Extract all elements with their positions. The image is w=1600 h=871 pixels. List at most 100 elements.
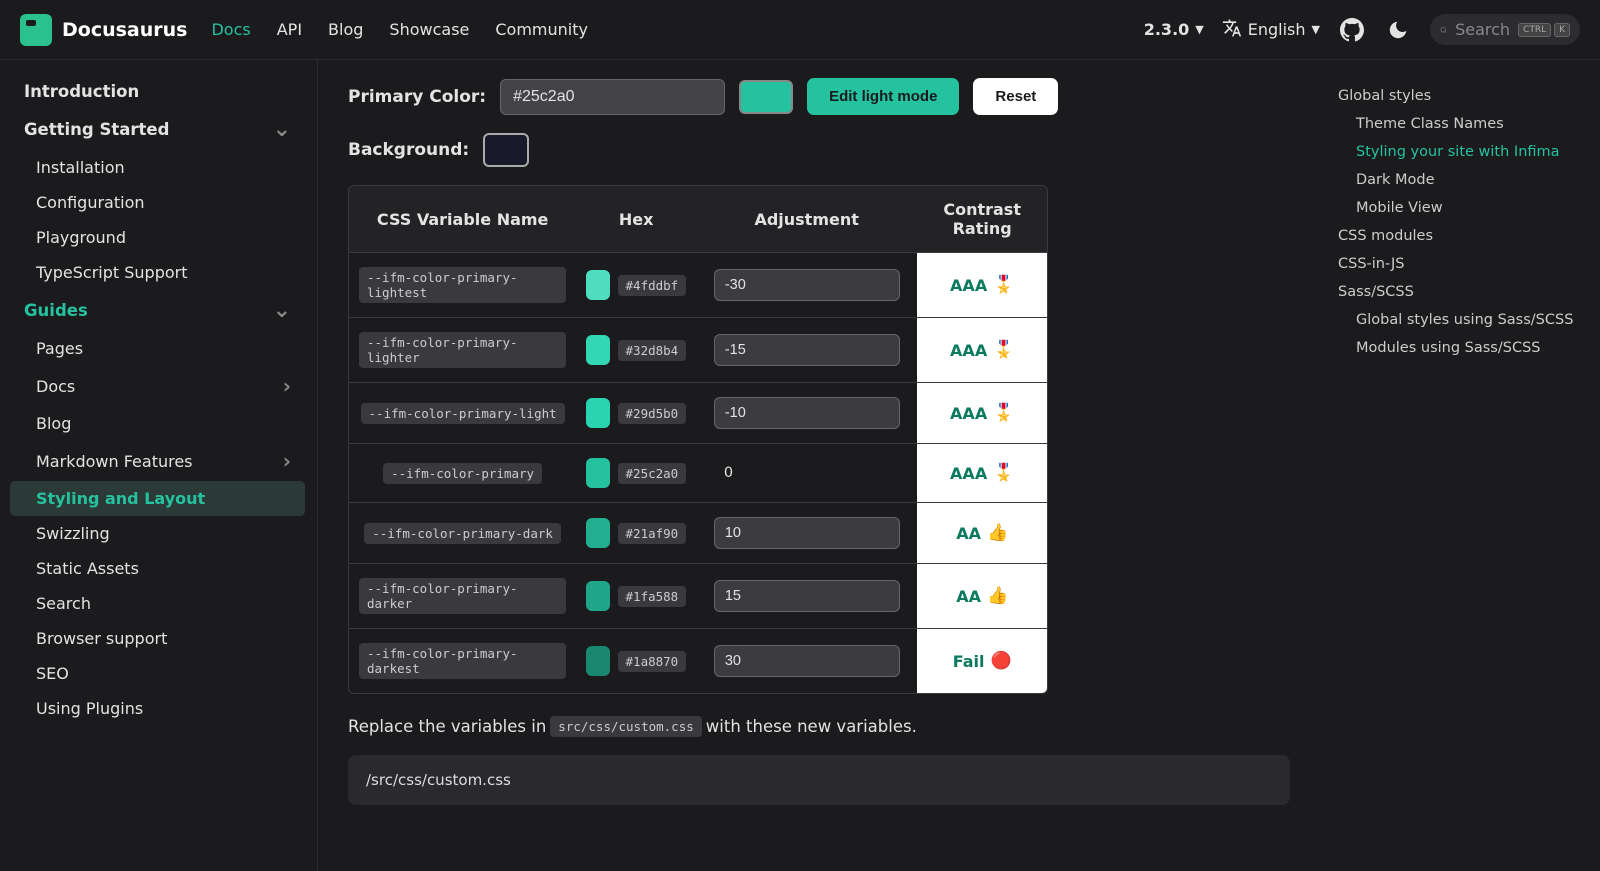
contrast-rating: AA [956,524,981,543]
rating-icon: 🎖️ [993,275,1014,295]
chevron-down-icon: ▼ [1195,23,1203,36]
sidebar-item-styling-and-layout[interactable]: Styling and Layout [10,481,305,516]
sidebar-item-static-assets[interactable]: Static Assets [10,551,305,586]
edit-light-mode-button[interactable]: Edit light mode [807,78,959,115]
rating-icon: 👍 [987,586,1008,606]
toc-item-global-styles[interactable]: Global styles [1338,82,1582,110]
table-row: --ifm-color-primary #25c2a0 0 AAA 🎖️ [349,443,1047,502]
hex-value: #25c2a0 [618,463,687,484]
nav-link-docs[interactable]: Docs [211,20,250,39]
adjustment-input[interactable] [714,397,900,429]
css-variable-name: --ifm-color-primary-lightest [359,267,566,303]
table-header: Contrast Rating [917,186,1047,252]
table-row: --ifm-color-primary-darker#1fa588AA👍 [349,563,1047,628]
language-dropdown[interactable]: English ▼ [1222,18,1320,42]
color-swatch [586,581,609,611]
toc-item-global-styles-using-sass-scss[interactable]: Global styles using Sass/SCSS [1338,306,1582,334]
color-variables-table: CSS Variable NameHexAdjustmentContrast R… [348,185,1048,694]
rating-icon: 👍 [987,523,1008,543]
contrast-rating: AA [956,587,981,606]
background-swatch[interactable] [483,133,529,167]
brand-name: Docusaurus [62,19,187,41]
contrast-rating: AAA [950,276,987,295]
primary-color-input[interactable] [500,79,725,115]
toc-item-css-in-js[interactable]: CSS-in-JS [1338,250,1582,278]
table-row: --ifm-color-primary-light#29d5b0AAA🎖️ [349,382,1047,443]
sidebar-item-search[interactable]: Search [10,586,305,621]
search-input[interactable]: Search CTRL K [1430,14,1580,45]
primary-color-label: Primary Color: [348,87,486,107]
table-header: Hex [576,186,696,252]
sidebar-item-guides[interactable]: Guides⌄ [10,290,305,331]
sidebar-item-swizzling[interactable]: Swizzling [10,516,305,551]
sidebar-item-docs[interactable]: Docs› [10,366,305,406]
adjustment-input[interactable] [714,580,900,612]
table-header: CSS Variable Name [349,186,576,252]
adjustment-input[interactable] [714,517,900,549]
chevron-down-icon: ⌄ [273,298,291,323]
hex-value: #4fddbf [618,275,687,296]
code-block: /src/css/custom.css [348,755,1290,805]
rating-icon: 🎖️ [993,463,1014,483]
sidebar-item-markdown-features[interactable]: Markdown Features› [10,441,305,481]
sidebar-item-using-plugins[interactable]: Using Plugins [10,691,305,726]
sidebar-item-pages[interactable]: Pages [10,331,305,366]
left-sidebar: IntroductionGetting Started⌄Installation… [0,60,318,871]
adjustment-input[interactable] [714,269,900,301]
version-dropdown[interactable]: 2.3.0 ▼ [1144,20,1204,39]
toc-item-mobile-view[interactable]: Mobile View [1338,194,1582,222]
table-row: --ifm-color-primary-lighter#32d8b4AAA🎖️ [349,317,1047,382]
code-block-title: /src/css/custom.css [366,771,1272,789]
sidebar-item-configuration[interactable]: Configuration [10,185,305,220]
table-header: Adjustment [696,186,917,252]
sidebar-item-typescript-support[interactable]: TypeScript Support [10,255,305,290]
toc-item-dark-mode[interactable]: Dark Mode [1338,166,1582,194]
adjustment-value: 0 [714,458,900,488]
table-row: --ifm-color-primary-darkest#1a8870Fail🔴 [349,628,1047,693]
css-variable-name: --ifm-color-primary [383,463,542,484]
primary-color-swatch[interactable] [739,80,793,114]
table-row: --ifm-color-primary-lightest #4fddbf AAA 🎖️ [349,252,1047,317]
css-variable-name: --ifm-color-primary-dark [364,523,561,544]
search-icon [1440,22,1447,38]
top-navbar: Docusaurus DocsAPIBlogShowcaseCommunity … [0,0,1600,60]
chevron-down-icon: ▼ [1312,23,1320,36]
nav-link-api[interactable]: API [277,20,302,39]
sidebar-item-browser-support[interactable]: Browser support [10,621,305,656]
chevron-down-icon: ⌄ [273,117,291,142]
toc-item-modules-using-sass-scss[interactable]: Modules using Sass/SCSS [1338,334,1582,362]
color-swatch [586,646,609,676]
table-of-contents: Global stylesTheme Class NamesStyling yo… [1320,60,1600,871]
rating-icon: 🔴 [991,651,1012,671]
table-row: --ifm-color-primary-dark #21af90 AA 👍 [349,502,1047,563]
sidebar-item-installation[interactable]: Installation [10,150,305,185]
adjustment-input[interactable] [714,645,900,677]
toc-item-theme-class-names[interactable]: Theme Class Names [1338,110,1582,138]
hex-value: #32d8b4 [618,340,687,361]
toc-item-styling-your-site-with-infima[interactable]: Styling your site with Infima [1338,138,1582,166]
nav-link-showcase[interactable]: Showcase [389,20,469,39]
github-icon[interactable] [1338,16,1366,44]
sidebar-item-blog[interactable]: Blog [10,406,305,441]
chevron-right-icon: › [283,449,291,473]
toc-item-css-modules[interactable]: CSS modules [1338,222,1582,250]
hex-value: #1a8870 [618,651,687,672]
sidebar-item-getting-started[interactable]: Getting Started⌄ [10,109,305,150]
contrast-rating: AAA [950,341,987,360]
chevron-right-icon: › [283,374,291,398]
color-swatch [586,398,609,428]
hex-value: #21af90 [618,523,687,544]
sidebar-item-introduction[interactable]: Introduction [10,74,305,109]
sidebar-item-playground[interactable]: Playground [10,220,305,255]
theme-toggle-icon[interactable] [1384,16,1412,44]
css-variable-name: --ifm-color-primary-darkest [359,643,566,679]
adjustment-input[interactable] [714,334,900,366]
reset-button[interactable]: Reset [973,78,1058,115]
contrast-rating: AAA [950,464,987,483]
file-path-code: src/css/custom.css [550,716,701,737]
sidebar-item-seo[interactable]: SEO [10,656,305,691]
nav-link-blog[interactable]: Blog [328,20,363,39]
toc-item-sass-scss[interactable]: Sass/SCSS [1338,278,1582,306]
brand-logo[interactable]: Docusaurus [20,14,187,46]
nav-link-community[interactable]: Community [495,20,588,39]
